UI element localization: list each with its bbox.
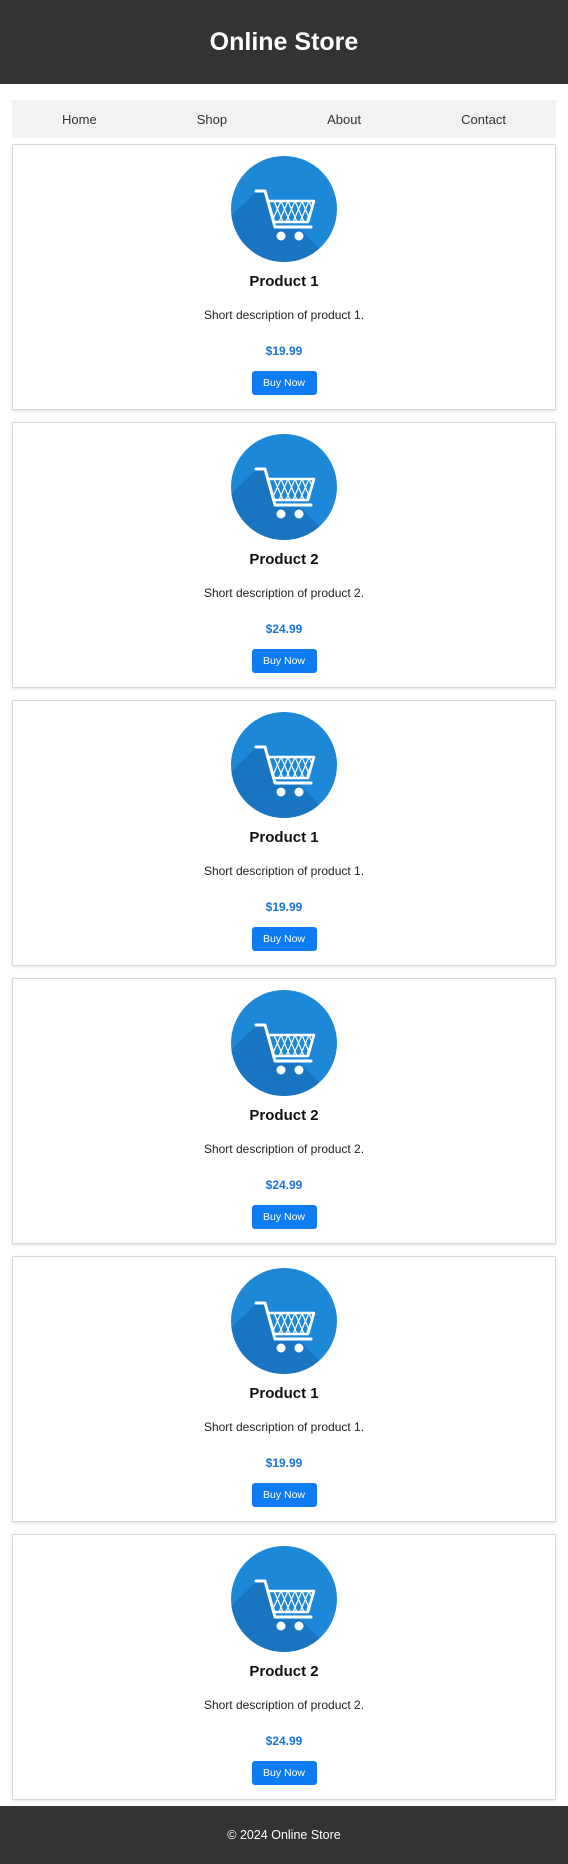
product-description: Short description of product 1.	[203, 864, 365, 878]
product-list: Product 1 Short description of product 1…	[0, 144, 568, 1800]
product-name: Product 1	[249, 829, 319, 846]
footer-copyright: © 2024 Online Store	[227, 1828, 341, 1842]
main-nav: Home Shop About Contact	[12, 100, 556, 138]
product-card: Product 2 Short description of product 2…	[12, 1534, 556, 1800]
buy-now-button[interactable]: Buy Now	[251, 649, 317, 673]
shopping-cart-icon	[231, 990, 337, 1096]
buy-now-button[interactable]: Buy Now	[251, 1205, 317, 1229]
product-price: $24.99	[265, 622, 303, 636]
shopping-cart-icon	[231, 434, 337, 540]
product-name: Product 1	[249, 1385, 319, 1402]
product-name: Product 2	[249, 1663, 319, 1680]
product-price: $19.99	[265, 1456, 303, 1470]
product-description: Short description of product 2.	[203, 586, 365, 600]
product-description: Short description of product 2.	[203, 1698, 365, 1712]
nav-shop-link[interactable]: Shop	[197, 112, 227, 127]
buy-now-button[interactable]: Buy Now	[251, 371, 317, 395]
product-description: Short description of product 2.	[203, 1142, 365, 1156]
shopping-cart-icon	[231, 156, 337, 262]
product-card: Product 1 Short description of product 1…	[12, 1256, 556, 1522]
product-card: Product 2 Short description of product 2…	[12, 422, 556, 688]
product-price: $24.99	[265, 1178, 303, 1192]
buy-now-button[interactable]: Buy Now	[251, 1483, 317, 1507]
product-name: Product 1	[249, 273, 319, 290]
shopping-cart-icon	[231, 712, 337, 818]
shopping-cart-icon	[231, 434, 337, 540]
buy-now-button[interactable]: Buy Now	[251, 1761, 317, 1785]
product-price: $19.99	[265, 344, 303, 358]
product-card: Product 2 Short description of product 2…	[12, 978, 556, 1244]
nav-about-link[interactable]: About	[327, 112, 361, 127]
shopping-cart-icon	[231, 1546, 337, 1652]
site-title: Online Store	[209, 27, 359, 56]
product-card: Product 1 Short description of product 1…	[12, 700, 556, 966]
nav-home-link[interactable]: Home	[62, 112, 97, 127]
shopping-cart-icon	[231, 990, 337, 1096]
buy-now-button[interactable]: Buy Now	[251, 927, 317, 951]
shopping-cart-icon	[231, 156, 337, 262]
site-header: Online Store	[0, 0, 568, 84]
shopping-cart-icon	[231, 1268, 337, 1374]
product-card: Product 1 Short description of product 1…	[12, 144, 556, 410]
product-price: $19.99	[265, 900, 303, 914]
product-description: Short description of product 1.	[203, 308, 365, 322]
shopping-cart-icon	[231, 1546, 337, 1652]
product-description: Short description of product 1.	[203, 1420, 365, 1434]
product-name: Product 2	[249, 551, 319, 568]
shopping-cart-icon	[231, 1268, 337, 1374]
site-footer: © 2024 Online Store	[0, 1806, 568, 1864]
product-price: $24.99	[265, 1734, 303, 1748]
product-name: Product 2	[249, 1107, 319, 1124]
shopping-cart-icon	[231, 712, 337, 818]
nav-contact-link[interactable]: Contact	[461, 112, 506, 127]
